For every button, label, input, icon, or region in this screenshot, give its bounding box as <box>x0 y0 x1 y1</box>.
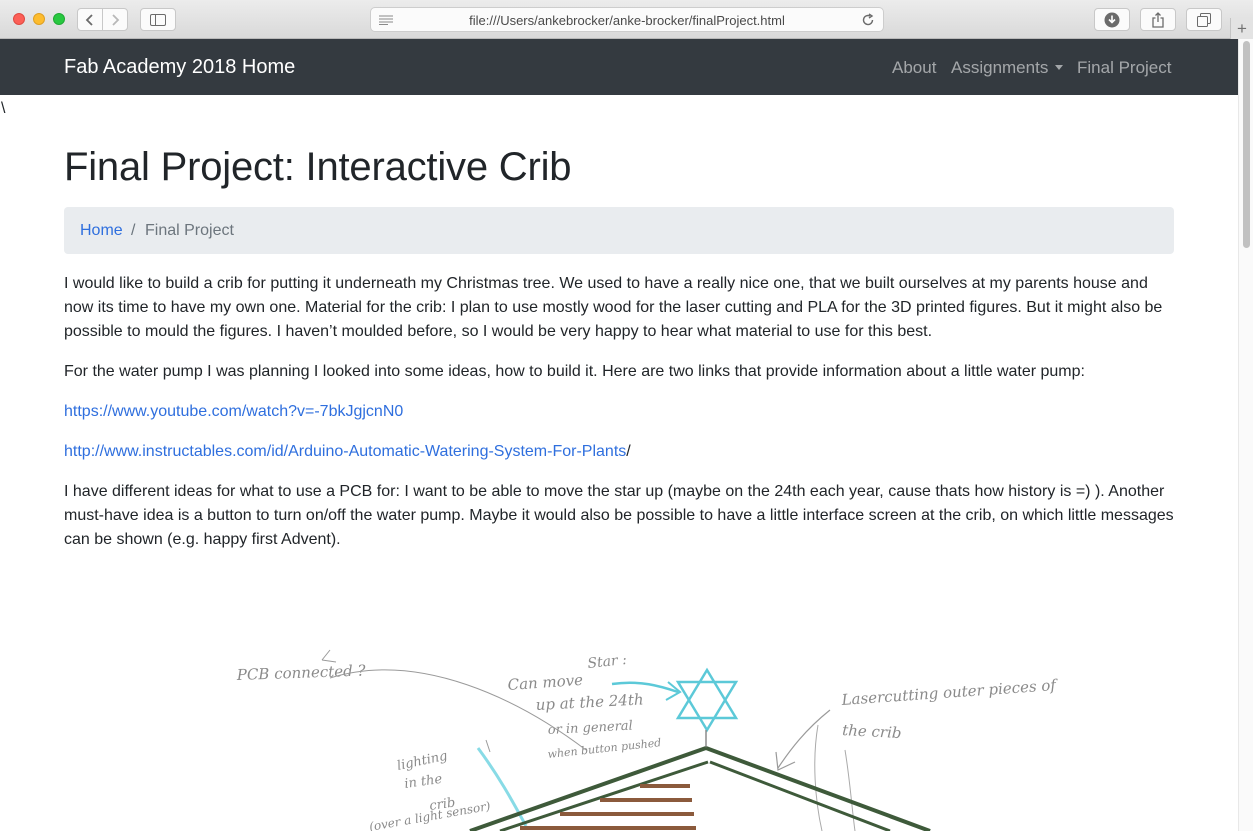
sketch-note-laser-2: the crib <box>842 721 902 742</box>
site-navbar: Fab Academy 2018 Home About Assignments … <box>0 39 1238 95</box>
breadcrumb: Home / Final Project <box>64 207 1174 254</box>
downloads-button[interactable] <box>1094 8 1130 31</box>
new-tab-button[interactable]: + <box>1230 18 1253 39</box>
chevron-right-icon <box>112 13 120 26</box>
vertical-scrollbar[interactable] <box>1238 39 1253 831</box>
water-pump-paragraph: For the water pump I was planning I look… <box>64 363 1085 380</box>
instructables-link-paragraph: http://www.instructables.com/id/Arduino-… <box>64 440 1174 464</box>
sketch-note-pcb: PCB connected ? <box>236 661 367 684</box>
sidebar-icon <box>150 13 166 26</box>
window-close-button[interactable] <box>13 13 25 25</box>
download-icon <box>1104 12 1120 27</box>
sketch-note-move-2: up at the 24th <box>535 690 644 714</box>
youtube-link[interactable]: https://www.youtube.com/watch?v=-7bkJgjc… <box>64 403 403 420</box>
sketch-note-star: Star : <box>587 652 628 672</box>
browser-toolbar: file:///Users/ankebrocker/anke-brocker/f… <box>0 0 1253 39</box>
breadcrumb-home-link[interactable]: Home <box>80 222 123 240</box>
url-text: file:///Users/ankebrocker/anke-brocker/f… <box>469 13 785 28</box>
nav-link-final-project[interactable]: Final Project <box>1077 58 1171 78</box>
crib-sketch-image: PCB connected ? Star : Can move up at th… <box>236 649 1059 831</box>
window-minimize-button[interactable] <box>33 13 45 25</box>
intro-paragraph: I would like to build a crib for putting… <box>64 275 1163 340</box>
breadcrumb-current: Final Project <box>145 222 234 239</box>
instructables-link[interactable]: http://www.instructables.com/id/Arduino-… <box>64 443 626 460</box>
sketch-note-move-4: when button pushed <box>547 736 662 761</box>
sketch-note-move-1: Can move <box>507 671 584 694</box>
chevron-left-icon <box>85 13 93 26</box>
share-button[interactable] <box>1140 8 1176 31</box>
link-trailing-slash: / <box>626 443 631 460</box>
sidebar-toggle-button[interactable] <box>140 8 176 31</box>
sketch-note-move-3: or in general <box>547 719 633 738</box>
sketch-note-laser-1: Lasercutting outer pieces of <box>840 676 1059 709</box>
tabs-icon <box>1197 12 1211 27</box>
address-bar[interactable]: file:///Users/ankebrocker/anke-brocker/f… <box>370 7 884 32</box>
window-zoom-button[interactable] <box>53 13 65 25</box>
nav-link-about[interactable]: About <box>892 58 936 78</box>
share-icon <box>1152 11 1164 28</box>
youtube-link-paragraph: https://www.youtube.com/watch?v=-7bkJgjc… <box>64 400 1174 424</box>
forward-button[interactable] <box>102 8 128 31</box>
back-button[interactable] <box>77 8 103 31</box>
page-title: Final Project: Interactive Crib <box>64 145 572 189</box>
nav-link-assignments-label: Assignments <box>951 58 1049 77</box>
nav-dropdown-assignments[interactable]: Assignments <box>951 58 1064 78</box>
stray-backslash-text: \ <box>1 100 6 117</box>
scrollbar-thumb[interactable] <box>1243 41 1250 248</box>
breadcrumb-separator: / <box>131 222 136 239</box>
caret-down-icon <box>1055 65 1064 70</box>
reload-icon[interactable] <box>861 13 875 27</box>
sketch-note-light-2: in the <box>403 772 443 792</box>
sketch-note-light-1: lighting <box>396 749 449 774</box>
navbar-brand[interactable]: Fab Academy 2018 Home <box>64 56 295 79</box>
tab-overview-button[interactable] <box>1186 8 1222 31</box>
pcb-ideas-paragraph: I have different ideas for what to use a… <box>64 483 1174 548</box>
